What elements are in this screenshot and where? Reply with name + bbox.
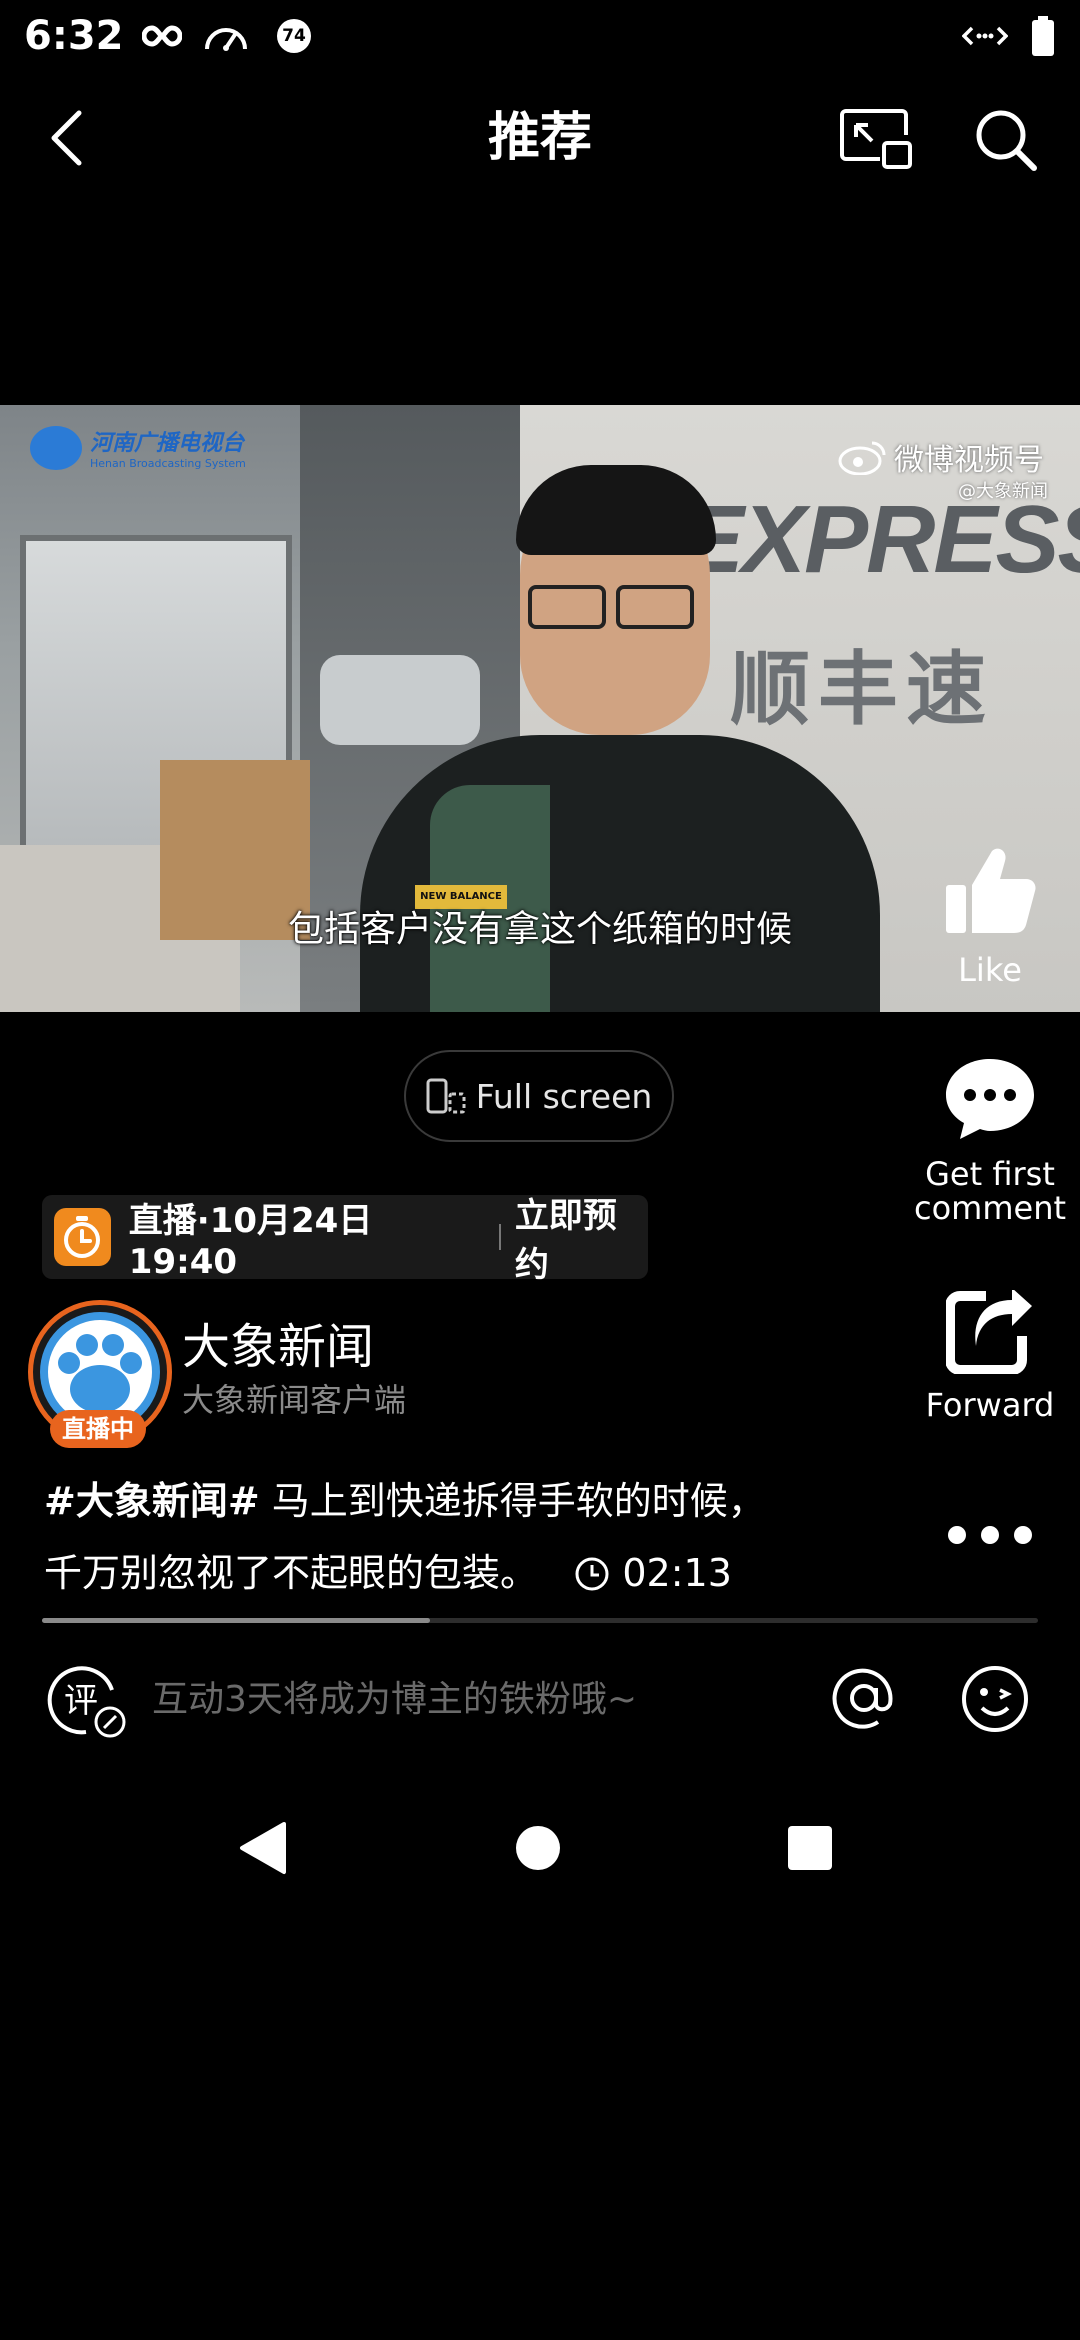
car-outside — [320, 655, 480, 745]
fullscreen-label: Full screen — [475, 1076, 653, 1116]
search-button[interactable] — [966, 104, 1046, 176]
live-reservation-banner[interactable]: 直播·10月24日 19:40 立即预约 — [42, 1195, 648, 1285]
data-arrows-icon — [960, 14, 1010, 58]
like-button[interactable]: Like — [930, 845, 1050, 989]
comment-button[interactable]: Get first comment — [910, 1055, 1070, 1235]
mention-button[interactable] — [830, 1664, 900, 1736]
caption-line-1: #大象新闻# 马上到快递拆得手软的时候， — [44, 1465, 874, 1537]
comment-input[interactable]: 互动3天将成为博主的铁粉哦~ — [152, 1680, 637, 1720]
at-icon — [832, 1668, 893, 1729]
live-badge: 直播中 — [50, 1410, 146, 1448]
nav-recents-button[interactable] — [786, 1824, 836, 1874]
live-schedule-text: 直播·10月24日 19:40 — [128, 1200, 373, 1282]
forward-share-icon — [946, 1290, 1032, 1374]
infinity-icon — [140, 14, 184, 58]
comment-bubble-icon — [946, 1059, 1034, 1139]
video-player[interactable]: EXPRESS 顺丰速运 NEW BALANCE 河南广播电视台 Henan B… — [0, 405, 1080, 1012]
search-icon — [976, 110, 1037, 171]
like-label: Like — [958, 951, 1022, 989]
weibo-handle: @大象新闻 — [958, 481, 1048, 502]
status-time: 6:32 — [24, 13, 124, 59]
forward-label: Forward — [925, 1386, 1055, 1424]
comment-edit-button[interactable]: 评 — [46, 1660, 130, 1744]
weibo-watermark: 微博视频号 — [838, 435, 1044, 479]
nav-home-button[interactable] — [514, 1824, 564, 1874]
thumbs-up-icon — [946, 848, 1036, 933]
picture-in-picture-button[interactable] — [836, 104, 916, 176]
emoji-button[interactable] — [960, 1664, 1032, 1736]
account-subtitle: 大象新闻客户端 — [182, 1381, 407, 1419]
account-name[interactable]: 大象新闻 — [182, 1318, 374, 1376]
glasses-right — [616, 585, 694, 629]
battery-icon — [1028, 14, 1058, 58]
broadcaster-logo: 河南广播电视台 Henan Broadcasting System — [30, 425, 246, 470]
progress-fill — [42, 1618, 431, 1623]
emoji-icon — [962, 1666, 1028, 1732]
more-dots-icon — [948, 1526, 1032, 1544]
duration-clock-icon — [574, 1543, 610, 1615]
comment-label-line1: Get first — [925, 1155, 1055, 1193]
glasses-left — [528, 585, 606, 629]
nav-back-button[interactable] — [238, 1820, 298, 1880]
fullscreen-button[interactable]: Full screen — [404, 1050, 674, 1142]
divider — [498, 1224, 501, 1250]
video-subtitle: 包括客户没有拿这个纸箱的时候 — [287, 909, 792, 950]
picture-in-picture-icon — [840, 109, 912, 169]
broadcaster-logo-mark — [30, 425, 82, 470]
rotate-phone-icon — [426, 1078, 466, 1114]
speedometer-icon — [202, 14, 250, 58]
caption-line-2: 千万别忽视了不起眼的包装。 02:13 — [44, 1537, 874, 1615]
more-button[interactable] — [940, 1510, 1040, 1560]
page-title: 推荐 — [487, 108, 592, 168]
reserve-now-link[interactable]: 立即预约 — [515, 1188, 648, 1286]
nav-recents-square-icon — [788, 1826, 832, 1870]
forward-button[interactable]: Forward — [910, 1290, 1070, 1430]
comment-edit-icon: 评 — [47, 1666, 126, 1738]
hashtag-link[interactable]: #大象新闻# — [44, 1479, 260, 1523]
svg-text:评: 评 — [64, 1681, 98, 1721]
caption-text-2: 千万别忽视了不起眼的包装。 — [44, 1551, 539, 1595]
nav-home-circle-icon — [516, 1826, 560, 1870]
notification-badge-icon: 74 — [274, 14, 314, 58]
comment-label-line2: comment — [913, 1189, 1067, 1227]
weibo-icon — [838, 441, 886, 475]
nav-back-triangle-icon — [240, 1822, 286, 1874]
caption-text-1: 马上到快递拆得手软的时候， — [259, 1479, 766, 1523]
video-duration: 02:13 — [622, 1551, 732, 1595]
clock-icon — [54, 1208, 111, 1266]
video-caption: #大象新闻# 马上到快递拆得手软的时候， 千万别忽视了不起眼的包装。 02:13 — [44, 1465, 874, 1615]
